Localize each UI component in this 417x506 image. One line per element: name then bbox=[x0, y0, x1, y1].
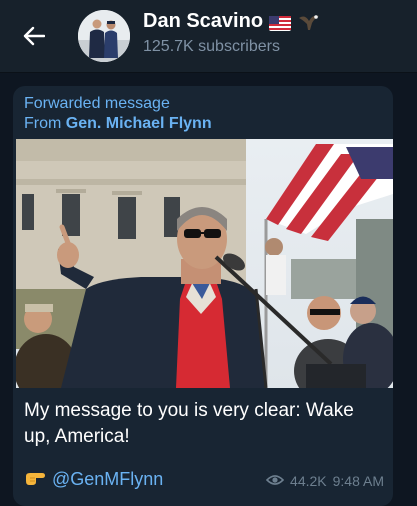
message-photo[interactable] bbox=[16, 139, 393, 388]
mention-handle[interactable]: @GenMFlynn bbox=[52, 469, 163, 490]
us-flag-icon bbox=[269, 14, 292, 31]
message-bubble[interactable]: Forwarded message From Gen. Michael Flyn… bbox=[13, 86, 393, 506]
subscriber-count: 125.7K subscribers bbox=[143, 38, 280, 55]
pointing-hand-icon bbox=[24, 468, 46, 491]
message-time: 9:48 AM bbox=[332, 473, 384, 489]
eagle-icon bbox=[297, 12, 321, 32]
forwarded-from[interactable]: From Gen. Michael Flynn bbox=[24, 115, 212, 133]
eye-icon bbox=[265, 473, 285, 489]
message-meta: 44.2K 9:48 AM bbox=[265, 473, 384, 489]
message-footer: @GenMFlynn 44.2K 9:48 AM bbox=[24, 468, 384, 494]
channel-header: Dan Scavino 125.7K subscribers bbox=[0, 0, 417, 73]
mention-link[interactable]: @GenMFlynn bbox=[24, 468, 163, 491]
channel-name: Dan Scavino bbox=[143, 10, 264, 32]
forwarded-from-prefix: From bbox=[24, 115, 62, 132]
message-text: My message to you is very clear: Wake up… bbox=[24, 400, 354, 447]
forwarded-label: Forwarded message bbox=[24, 95, 170, 112]
channel-avatar[interactable] bbox=[78, 10, 130, 62]
back-arrow-icon[interactable] bbox=[18, 20, 50, 52]
forwarded-from-name[interactable]: Gen. Michael Flynn bbox=[66, 115, 212, 132]
view-count: 44.2K bbox=[290, 473, 327, 489]
channel-title[interactable]: Dan Scavino bbox=[143, 10, 321, 33]
